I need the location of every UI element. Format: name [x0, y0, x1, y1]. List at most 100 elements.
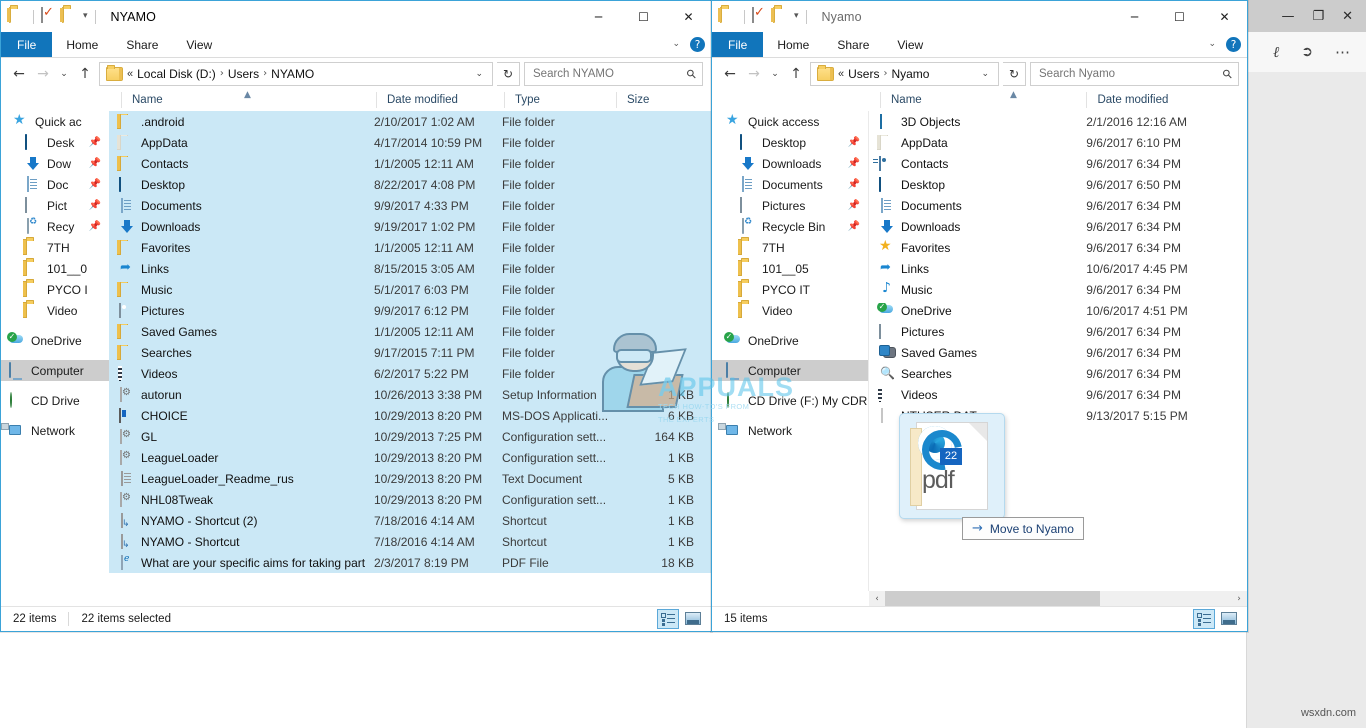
forward-button[interactable]: →	[33, 63, 53, 85]
file-name-cell[interactable]: autorun	[109, 387, 374, 403]
up-button[interactable]: ↑	[786, 63, 806, 85]
help-icon[interactable]: ?	[1226, 37, 1241, 52]
minimize-button[interactable]: ─	[576, 1, 621, 32]
sidebar-item-onedrive[interactable]: OneDrive	[712, 330, 868, 351]
sidebar-item-onedrive[interactable]: OneDrive	[1, 330, 109, 351]
ink-icon[interactable]: ℓ	[1273, 43, 1279, 62]
file-name-cell[interactable]: Music	[869, 282, 1086, 298]
recent-locations-button[interactable]: ⌄	[768, 63, 782, 85]
right-breadcrumb[interactable]: « Users › Nyamo ⌄	[810, 62, 999, 86]
large-icons-view-button[interactable]	[1219, 609, 1239, 627]
close-button[interactable]: ✕	[1202, 1, 1247, 32]
file-name-cell[interactable]: Contacts	[109, 156, 374, 172]
pin-icon[interactable]: 📌	[89, 158, 101, 169]
table-row[interactable]: NYAMO - Shortcut7/18/2016 4:14 AMShortcu…	[109, 531, 711, 552]
sidebar-item-doc[interactable]: Doc📌	[1, 174, 109, 195]
details-view-button[interactable]	[1193, 609, 1215, 629]
forward-button[interactable]: →	[744, 63, 764, 85]
table-row[interactable]: Contacts9/6/2017 6:34 PM	[869, 153, 1247, 174]
file-name-cell[interactable]: Searches	[109, 345, 374, 361]
table-row[interactable]: Links8/15/2015 3:05 AMFile folder	[109, 258, 711, 279]
file-name-cell[interactable]: Contacts	[869, 156, 1086, 172]
file-name-cell[interactable]: .android	[109, 114, 374, 130]
more-icon[interactable]: ⋯	[1335, 43, 1351, 61]
left-address-bar[interactable]: ← → ⌄ ↑ « Local Disk (D:) › Users › NYAM…	[1, 58, 711, 89]
sidebar-item-computer[interactable]: Computer	[1, 360, 109, 381]
table-row[interactable]: Downloads9/19/2017 1:02 PMFile folder	[109, 216, 711, 237]
chevron-down-icon[interactable]: ▾	[794, 12, 799, 21]
table-row[interactable]: 3D Objects2/1/2016 12:16 AM	[869, 111, 1247, 132]
column-header-date-modified[interactable]: Date modified	[1086, 92, 1247, 108]
file-name-cell[interactable]: Saved Games	[109, 324, 374, 340]
column-header-date-modified[interactable]: Date modified	[376, 92, 504, 108]
breadcrumb-item-0[interactable]: Local Disk (D:)	[137, 67, 216, 81]
left-file-list[interactable]: .android2/10/2017 1:02 AMFile folderAppD…	[109, 111, 711, 607]
file-name-cell[interactable]: NYAMO - Shortcut	[109, 534, 374, 550]
file-name-cell[interactable]: 3D Objects	[869, 114, 1086, 130]
minimize-icon[interactable]: —	[1281, 10, 1294, 23]
sidebar-item-dow[interactable]: Dow📌	[1, 153, 109, 174]
file-name-cell[interactable]: Favorites	[109, 240, 374, 256]
table-row[interactable]: Saved Games9/6/2017 6:34 PM	[869, 342, 1247, 363]
details-view-button[interactable]	[657, 609, 679, 629]
table-row[interactable]: AppData9/6/2017 6:10 PM	[869, 132, 1247, 153]
new-folder-icon[interactable]	[773, 8, 790, 25]
left-column-headers[interactable]: ▲ Name Date modified Type Size	[1, 89, 711, 112]
sidebar-item-pict[interactable]: Pict📌	[1, 195, 109, 216]
breadcrumb-overflow[interactable]: «	[838, 68, 844, 80]
scrollbar-track[interactable]	[885, 591, 1231, 607]
chevron-down-icon[interactable]: ▾	[83, 12, 88, 21]
tab-file[interactable]: File	[1, 32, 52, 57]
sidebar-item-101-05[interactable]: 101__05	[712, 258, 868, 279]
table-row[interactable]: NHL08Tweak10/29/2013 8:20 PMConfiguratio…	[109, 489, 711, 510]
sidebar-item-network[interactable]: Network	[1, 420, 109, 441]
file-name-cell[interactable]: Documents	[869, 198, 1086, 214]
table-row[interactable]: LeagueLoader_Readme_rus10/29/2013 8:20 P…	[109, 468, 711, 489]
pin-icon[interactable]: 📌	[848, 137, 860, 148]
right-ribbon-tabs[interactable]: File Home Share View ⌄ ?	[712, 32, 1247, 58]
breadcrumb-dropdown-icon[interactable]: ⌄	[976, 69, 994, 79]
tab-view[interactable]: View	[883, 32, 937, 57]
pin-icon[interactable]: 📌	[89, 200, 101, 211]
table-row[interactable]: Links10/6/2017 4:45 PM	[869, 258, 1247, 279]
minimize-button[interactable]: ─	[1112, 1, 1157, 32]
file-name-cell[interactable]: AppData	[109, 135, 374, 151]
right-view-buttons[interactable]	[1193, 609, 1247, 629]
table-row[interactable]: autorun10/26/2013 3:38 PMSetup Informati…	[109, 384, 711, 405]
table-row[interactable]: Documents9/6/2017 6:34 PM	[869, 195, 1247, 216]
file-name-cell[interactable]: Downloads	[109, 219, 374, 235]
properties-icon[interactable]	[41, 8, 58, 25]
recent-locations-button[interactable]: ⌄	[57, 63, 71, 85]
file-name-cell[interactable]: Downloads	[869, 219, 1086, 235]
table-row[interactable]: NYAMO - Shortcut (2)7/18/2016 4:14 AMSho…	[109, 510, 711, 531]
sidebar-item-pictures[interactable]: Pictures📌	[712, 195, 868, 216]
close-icon[interactable]: ✕	[1342, 10, 1353, 23]
file-name-cell[interactable]: Documents	[109, 198, 374, 214]
right-window-controls[interactable]: ─ ☐ ✕	[1112, 1, 1247, 32]
expand-ribbon-icon[interactable]: ⌄	[1208, 40, 1216, 49]
table-row[interactable]: Favorites9/6/2017 6:34 PM	[869, 237, 1247, 258]
table-row[interactable]: Desktop8/22/2017 4:08 PMFile folder	[109, 174, 711, 195]
table-row[interactable]: Documents9/9/2017 4:33 PMFile folder	[109, 195, 711, 216]
column-header-type[interactable]: Type	[504, 92, 616, 108]
breadcrumb-dropdown-icon[interactable]: ⌄	[470, 69, 488, 79]
table-row[interactable]: Desktop9/6/2017 6:50 PM	[869, 174, 1247, 195]
right-titlebar[interactable]: ▾ Nyamo ─ ☐ ✕	[712, 1, 1247, 32]
table-row[interactable]: Searches9/6/2017 6:34 PM	[869, 363, 1247, 384]
sidebar-item-cd-drive[interactable]: CD Drive	[1, 390, 109, 411]
folder-icon[interactable]	[9, 8, 26, 25]
restore-icon[interactable]: ❐	[1312, 10, 1324, 23]
left-quick-access-toolbar[interactable]: ▾ NYAMO	[1, 8, 156, 25]
scrollbar-thumb[interactable]	[885, 591, 1100, 607]
table-row[interactable]: OneDrive10/6/2017 4:51 PM	[869, 300, 1247, 321]
help-icon[interactable]: ?	[690, 37, 705, 52]
sidebar-item-pyco-i[interactable]: PYCO I	[1, 279, 109, 300]
table-row[interactable]: Videos6/2/2017 5:22 PMFile folder	[109, 363, 711, 384]
column-header-size[interactable]: Size	[616, 92, 696, 108]
close-button[interactable]: ✕	[666, 1, 711, 32]
right-search-box[interactable]: ⚲	[1030, 62, 1239, 86]
sidebar-item-quick-ac[interactable]: Quick ac	[1, 111, 109, 132]
file-name-cell[interactable]: Favorites	[869, 240, 1086, 256]
maximize-button[interactable]: ☐	[1157, 1, 1202, 32]
left-titlebar[interactable]: ▾ NYAMO ─ ☐ ✕	[1, 1, 711, 32]
